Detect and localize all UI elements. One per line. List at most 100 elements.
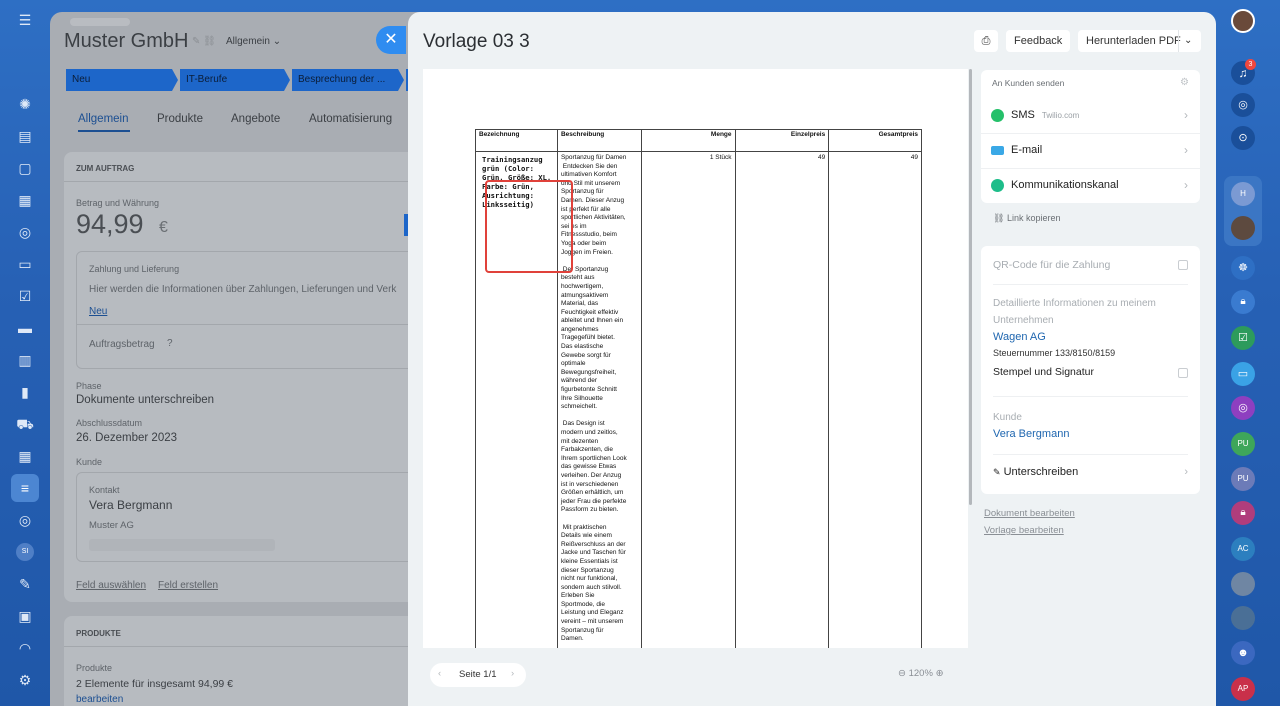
documents-icon[interactable]: ▭ (15, 254, 35, 274)
chat-icon[interactable]: ▢ (15, 158, 35, 178)
crm-filter-icon[interactable]: ≡ (15, 478, 35, 498)
quantity-cell: 1 Stück (640, 151, 736, 648)
description-line: mit dezenten (560, 437, 599, 445)
stage-new[interactable]: Neu (66, 69, 178, 91)
customer-name-link[interactable]: Vera Bergmann (993, 428, 1069, 440)
si-badge[interactable]: SI (16, 543, 34, 561)
chat-avatar-person[interactable] (1231, 216, 1255, 240)
document-scrollbar[interactable] (969, 69, 972, 505)
feed-icon[interactable]: ▤ (15, 126, 35, 146)
payment-new-link[interactable]: Neu (89, 306, 107, 317)
chat-avatar-ap[interactable]: AP (1231, 677, 1255, 701)
search-chat-icon[interactable]: ⊙ (1231, 126, 1255, 150)
description-line: Sportanzug für (560, 626, 604, 634)
chat-avatar-pu-2[interactable]: PU (1231, 467, 1255, 491)
products-label: Produkte (76, 663, 113, 673)
description-line: modern und zeitlos, (560, 429, 618, 436)
tasks-icon[interactable]: ☑ (15, 286, 35, 306)
edit-document-link[interactable]: Dokument bearbeiten (984, 508, 1075, 519)
contacts-icon[interactable]: ◎ (15, 222, 35, 242)
download-pdf-button[interactable]: Herunterladen PDF ⌄ (1078, 30, 1201, 52)
qr-code-checkbox[interactable] (1178, 260, 1188, 270)
edit-doc-icon[interactable]: ✎ (15, 574, 35, 594)
gear-icon[interactable]: ⚙ (1180, 77, 1189, 88)
description-line: dieser Sportanzug (560, 566, 614, 574)
send-email-row[interactable]: E-mail › (981, 133, 1200, 168)
description-line: Bewegungsfreiheit, (560, 368, 617, 376)
send-sms-row[interactable]: SMS Twilio.com › (981, 98, 1200, 133)
cart-icon[interactable]: ⛟ (15, 414, 35, 434)
zoom-out-icon[interactable]: ⊖ (898, 668, 906, 679)
order-section: ZUM AUFTRAG Betrag und Währung 94,99 € Z… (64, 152, 430, 602)
lock-chat-icon[interactable]: 🔒︎ (1231, 501, 1255, 525)
divider (993, 454, 1188, 455)
tab-general[interactable]: Allgemein (78, 113, 129, 125)
stamp-checkbox[interactable] (1178, 368, 1188, 378)
people-icon[interactable]: ☻ (1231, 641, 1255, 665)
headset-icon[interactable]: ◠ (15, 638, 35, 658)
payment-label: Zahlung und Lieferung (89, 264, 180, 274)
stage-meeting[interactable]: Besprechung der ... (292, 69, 404, 91)
sign-label: Unterschreiben (1003, 466, 1079, 478)
lock-icon[interactable]: 🔒︎ (1231, 290, 1255, 314)
feedback-button[interactable]: Feedback (1006, 30, 1071, 52)
zoom-in-icon[interactable]: ⊕ (936, 668, 944, 679)
close-panel-button[interactable]: ✕ (376, 26, 406, 54)
spiral-icon[interactable]: ◎ (1231, 396, 1255, 420)
copy-link-button[interactable]: ⛓ Link kopieren (993, 213, 1060, 224)
activity-icon[interactable]: ✺ (15, 94, 35, 114)
send-channel-row[interactable]: Kommunikationskanal › (981, 168, 1200, 203)
divider (64, 181, 430, 182)
prev-page-icon[interactable]: ‹ (438, 668, 441, 679)
contact-company: Muster AG (89, 520, 134, 531)
left-sidebar: ☰ ✺ ▤ ▢ ▦ ◎ ▭ ☑ ▬ ▥ ▮ ⛟ ▦ ≡ ◎ SI ✎ ▣ ◠ ⚙ (0, 0, 50, 706)
stage-it[interactable]: IT-Berufe (180, 69, 290, 91)
description-line: Leistung und Eleganz (560, 609, 624, 617)
chevron-down-icon[interactable]: ⌄ (1184, 30, 1192, 52)
help-icon[interactable]: ? (167, 338, 173, 349)
company-info-label-2: Unternehmen (993, 315, 1054, 326)
select-field-link[interactable]: Feld auswählen (76, 580, 146, 591)
contact-name[interactable]: Vera Bergmann (89, 498, 172, 512)
group-icon[interactable]: ☸ (1231, 256, 1255, 280)
message-icon[interactable]: ▭ (1231, 362, 1255, 386)
edit-pencil-icon[interactable]: ✎ ⛓ (192, 36, 216, 47)
company-name-link[interactable]: Wagen AG (993, 331, 1046, 343)
presentation-icon[interactable]: ▥ (15, 350, 35, 370)
calendar-icon[interactable]: ▦ (15, 190, 35, 210)
tab-automation[interactable]: Automatisierung (309, 113, 392, 125)
analytics-icon[interactable]: ▮ (15, 382, 35, 402)
schedule-icon[interactable]: ▦ (15, 446, 35, 466)
next-page-icon[interactable]: › (511, 668, 514, 679)
description-line: Details wie einem (560, 532, 612, 540)
target-icon[interactable]: ◎ (1231, 93, 1255, 117)
description-line: besteht aus (560, 274, 595, 282)
user-avatar[interactable] (1231, 9, 1255, 33)
notification-badge: 3 (1245, 59, 1256, 70)
close-date-label: Abschlussdatum (76, 418, 143, 428)
chat-avatar-ac[interactable]: AC (1231, 537, 1255, 561)
chat-avatar-pu[interactable]: PU (1231, 432, 1255, 456)
card-icon[interactable]: ▬ (15, 318, 35, 338)
products-edit-link[interactable]: bearbeiten (76, 694, 123, 705)
chat-avatar-group-photo[interactable] (1231, 572, 1255, 596)
task-check-icon[interactable]: ☑ (1231, 326, 1255, 350)
chat-avatar-team[interactable] (1231, 606, 1255, 630)
menu-icon[interactable]: ☰ (15, 10, 35, 30)
tab-products[interactable]: Produkte (157, 113, 203, 125)
sign-button[interactable]: ✎ Unterschreiben › (993, 466, 1188, 484)
description-line: kleine Essentials ist (560, 557, 618, 565)
chat-avatar-h[interactable]: H (1231, 182, 1255, 206)
target-icon[interactable]: ◎ (15, 510, 35, 530)
description-line: figurbetonte Schnitt (560, 386, 617, 394)
description-line: Tragegefühl bietet. (560, 334, 615, 342)
edit-template-link[interactable]: Vorlage bearbeiten (984, 525, 1064, 536)
settings-icon[interactable]: ⚙ (15, 670, 35, 690)
zoom-control: ⊖ 120% ⊕ (898, 668, 944, 679)
print-button[interactable]: ⎙ (974, 30, 998, 52)
category-dropdown[interactable]: Allgemein ⌄ (226, 36, 281, 47)
create-field-link[interactable]: Feld erstellen (158, 580, 218, 591)
id-card-icon[interactable]: ▣ (15, 606, 35, 626)
tab-offers[interactable]: Angebote (231, 113, 280, 125)
chevron-right-icon: › (1184, 466, 1188, 478)
